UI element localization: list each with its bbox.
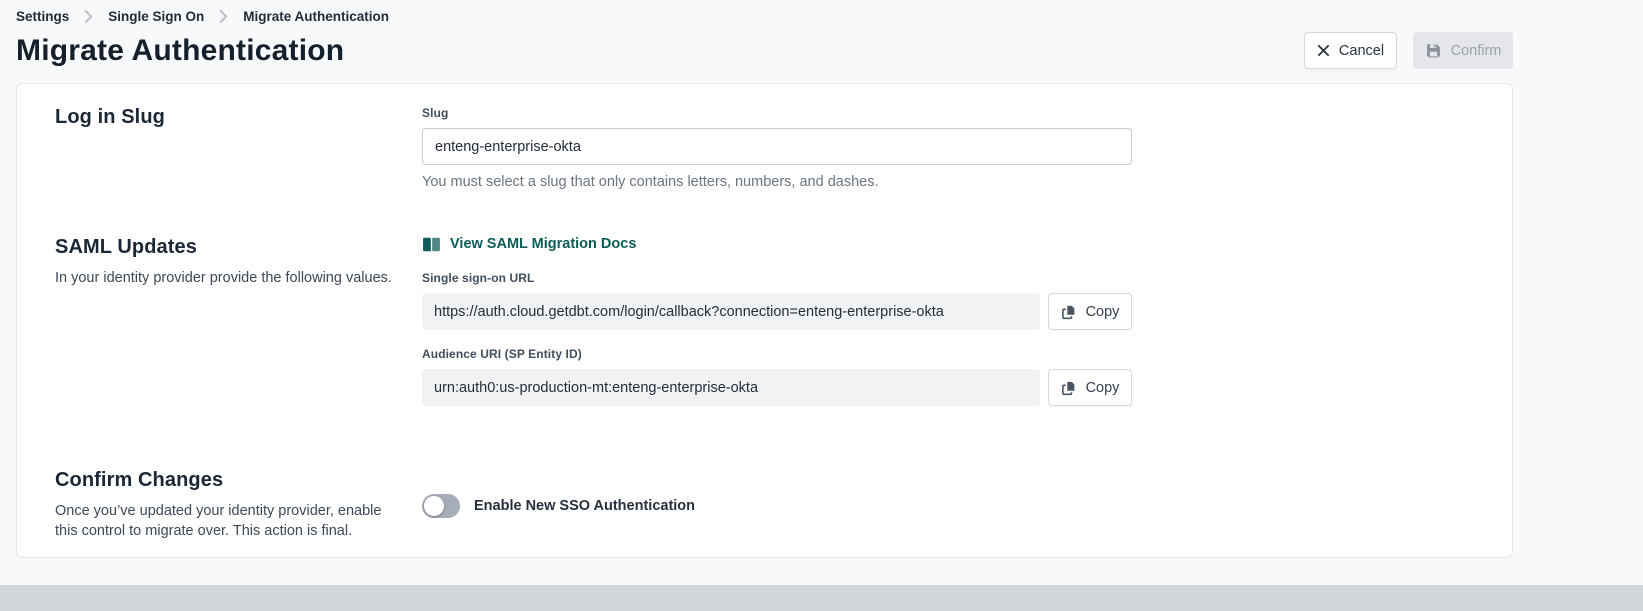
breadcrumb-settings[interactable]: Settings: [16, 9, 69, 24]
book-icon: [422, 237, 441, 252]
slug-label: Slug: [422, 106, 1132, 120]
enable-new-sso-toggle-label: Enable New SSO Authentication: [474, 498, 695, 514]
section-login-slug: Log in Slug Slug You must select a slug …: [55, 106, 1474, 190]
breadcrumb-single-sign-on[interactable]: Single Sign On: [108, 9, 204, 24]
docs-link-label: View SAML Migration Docs: [450, 236, 636, 252]
header-actions: Cancel Confirm: [1304, 32, 1513, 69]
copy-button-label: Copy: [1086, 304, 1120, 320]
enable-new-sso-toggle[interactable]: [422, 494, 460, 518]
copy-button-label: Copy: [1086, 380, 1120, 396]
saml-updates-heading: SAML Updates: [55, 236, 394, 259]
breadcrumb: Settings Single Sign On Migrate Authenti…: [0, 0, 1643, 24]
copy-icon: [1061, 380, 1077, 396]
section-saml-updates: SAML Updates In your identity provider p…: [55, 236, 1474, 423]
section-confirm-changes: Confirm Changes Once you’ve updated your…: [55, 469, 1474, 541]
save-icon: [1425, 42, 1442, 59]
chevron-right-icon: [84, 10, 93, 23]
confirm-changes-description: Once you’ve updated your identity provid…: [55, 502, 394, 541]
saml-updates-subtitle: In your identity provider provide the fo…: [55, 269, 394, 289]
cancel-button-label: Cancel: [1339, 43, 1384, 59]
confirm-button-label: Confirm: [1451, 43, 1502, 59]
sso-url-label: Single sign-on URL: [422, 271, 1132, 285]
login-slug-heading: Log in Slug: [55, 106, 394, 129]
cancel-button[interactable]: Cancel: [1304, 32, 1397, 69]
migrate-auth-card: Log in Slug Slug You must select a slug …: [16, 83, 1513, 558]
toggle-knob: [424, 496, 444, 516]
copy-audience-uri-button[interactable]: Copy: [1048, 369, 1132, 406]
breadcrumb-current-page: Migrate Authentication: [243, 9, 389, 24]
confirm-changes-heading: Confirm Changes: [55, 469, 394, 492]
view-saml-migration-docs-link[interactable]: View SAML Migration Docs: [422, 236, 636, 252]
migrate-authentication-page: Settings Single Sign On Migrate Authenti…: [0, 0, 1643, 611]
page-title: Migrate Authentication: [16, 34, 344, 68]
bottom-strip: [0, 585, 1643, 611]
confirm-button[interactable]: Confirm: [1413, 32, 1513, 69]
sso-url-field: https://auth.cloud.getdbt.com/login/call…: [422, 293, 1040, 330]
slug-input[interactable]: [422, 128, 1132, 165]
audience-uri-label: Audience URI (SP Entity ID): [422, 347, 1132, 361]
audience-uri-field: urn:auth0:us-production-mt:enteng-enterp…: [422, 369, 1040, 406]
title-row: Migrate Authentication Cancel: [0, 24, 1529, 69]
x-icon: [1317, 44, 1330, 57]
slug-helper-text: You must select a slug that only contain…: [422, 174, 1132, 190]
copy-sso-url-button[interactable]: Copy: [1048, 293, 1132, 330]
chevron-right-icon: [219, 10, 228, 23]
copy-icon: [1061, 304, 1077, 320]
